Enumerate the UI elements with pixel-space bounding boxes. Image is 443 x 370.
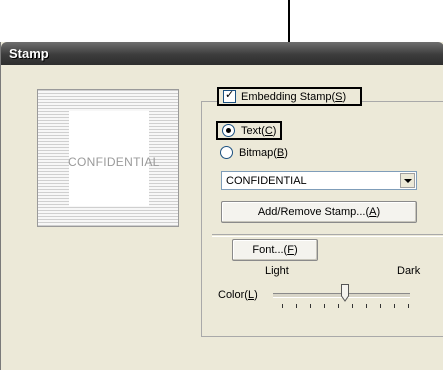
color-label: Color(L): [218, 289, 258, 301]
light-label: Light: [265, 265, 289, 277]
stamp-select-value: CONFIDENTIAL: [226, 174, 307, 187]
section-divider: [212, 234, 443, 237]
stamp-preview: CONFIDENTIAL: [37, 89, 179, 227]
radio-selected-dot: [226, 128, 231, 133]
text-radio-button[interactable]: [222, 124, 235, 137]
checkbox-box[interactable]: ✓: [223, 89, 236, 103]
group-border-left: [201, 101, 202, 337]
add-remove-stamp-button[interactable]: Add/Remove Stamp...(A): [221, 201, 417, 223]
bitmap-radio-label: Bitmap(B): [239, 146, 288, 159]
bitmap-radio-button[interactable]: [220, 146, 233, 159]
dark-label: Dark: [397, 265, 421, 277]
embedding-stamp-label: Embedding Stamp(S): [241, 90, 347, 103]
color-slider-thumb[interactable]: [341, 284, 349, 302]
embedding-stamp-checkbox[interactable]: ✓ Embedding Stamp(S): [217, 87, 362, 106]
preview-stamp-text: CONFIDENTIAL: [68, 155, 160, 169]
group-border-bottom: [201, 336, 443, 337]
text-radio[interactable]: Text(C): [216, 121, 282, 140]
text-radio-label: Text(C): [241, 124, 277, 137]
check-icon: ✓: [225, 89, 235, 101]
window-title: Stamp: [9, 46, 49, 61]
font-button[interactable]: Font...(F): [232, 239, 318, 261]
stamp-select[interactable]: CONFIDENTIAL: [221, 171, 417, 190]
title-bar[interactable]: Stamp: [1, 42, 443, 65]
chevron-down-icon[interactable]: [400, 173, 415, 188]
bitmap-radio[interactable]: Bitmap(B): [220, 146, 288, 159]
